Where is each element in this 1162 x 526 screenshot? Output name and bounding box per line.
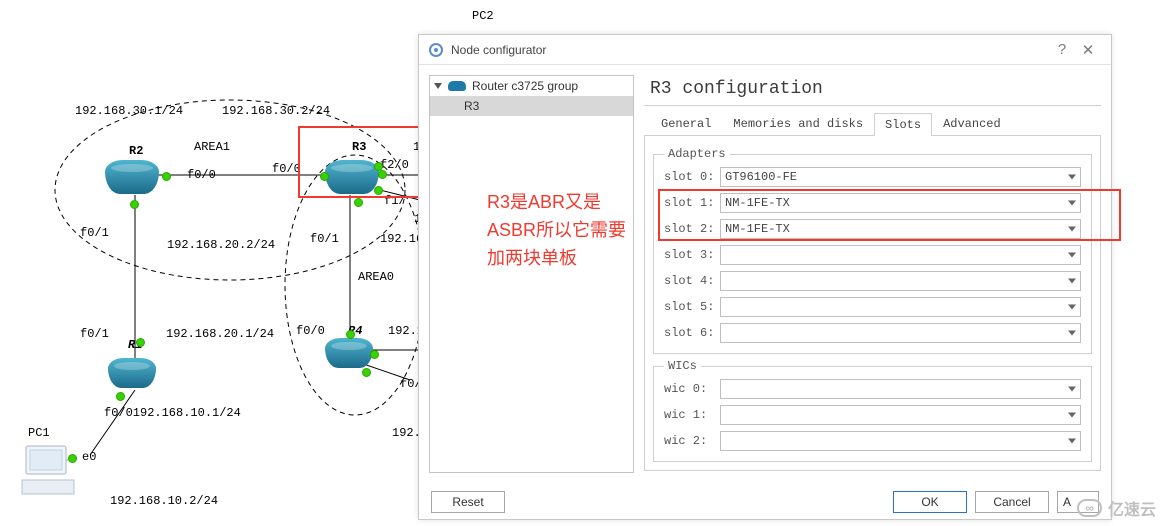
annotation-text: R3是ABR又是 ASBR所以它需要 加两块单板 [487, 188, 626, 272]
node-tree[interactable]: Router c3725 group R3 [429, 75, 634, 473]
pc1-node[interactable] [20, 444, 80, 500]
link-endpoint [136, 338, 145, 347]
r3-highlight-box [298, 126, 426, 198]
link-endpoint [162, 172, 171, 181]
router-r2[interactable] [105, 160, 159, 194]
dialog-footer: Reset OK Cancel Apply [419, 483, 1111, 521]
slot-label: slot 5: [664, 300, 720, 314]
ok-button[interactable]: OK [893, 491, 967, 513]
group-legend: WICs [664, 359, 701, 373]
port-label: f0/1 [80, 327, 109, 341]
chevron-down-icon [1068, 253, 1076, 258]
link-endpoint [354, 198, 363, 207]
help-button[interactable]: ? [1049, 37, 1075, 63]
slot-label: slot 6: [664, 326, 720, 340]
port-label: e0 [82, 450, 96, 464]
tab-general[interactable]: General [650, 112, 722, 135]
ip-label-partial: 192. [392, 426, 421, 440]
slot6-select[interactable] [720, 323, 1081, 343]
ip-label: 192.168.30.1/24 [75, 104, 183, 118]
group-legend: Adapters [664, 147, 730, 161]
wic0-select[interactable] [720, 379, 1081, 399]
dialog-title: Node configurator [451, 43, 546, 57]
area0-label: AREA0 [358, 270, 394, 284]
slot4-select[interactable] [720, 271, 1081, 291]
ip-label: 192.168.30.2/24 [222, 104, 330, 118]
config-heading: R3 configuration [644, 75, 1101, 106]
chevron-down-icon [1068, 305, 1076, 310]
router-r1[interactable] [108, 358, 156, 388]
tree-item-r3[interactable]: R3 [430, 96, 633, 116]
pc2-label: PC2 [472, 9, 494, 23]
wic-label: wic 2: [664, 434, 720, 448]
tree-group-label: Router c3725 group [472, 79, 578, 93]
port-label: f0/1 [80, 226, 109, 240]
reset-button[interactable]: Reset [431, 491, 505, 513]
watermark-text: 亿速云 [1108, 496, 1156, 520]
cancel-button[interactable]: Cancel [975, 491, 1049, 513]
link-endpoint [116, 392, 125, 401]
tab-advanced[interactable]: Advanced [932, 112, 1012, 135]
chevron-down-icon [1068, 175, 1076, 180]
watermark: ∞ 亿速云 [1077, 496, 1156, 520]
chevron-down-icon [1068, 413, 1076, 418]
port-label: f0/0 [296, 324, 325, 338]
r2-label: R2 [129, 144, 143, 158]
wics-group: WICs wic 0: wic 1: wic 2: [653, 366, 1092, 462]
link-endpoint [68, 454, 77, 463]
slot-label: slot 0: [664, 170, 720, 184]
dialog-titlebar[interactable]: Node configurator ? ✕ [419, 35, 1111, 65]
node-configurator-dialog[interactable]: Node configurator ? ✕ Router c3725 group… [418, 34, 1112, 520]
wic-label: wic 0: [664, 382, 720, 396]
area1-label: AREA1 [194, 140, 230, 154]
slot0-select[interactable]: GT96100-FE [720, 167, 1081, 187]
adapters-group: Adapters slot 0:GT96100-FE slot 1:NM-1FE… [653, 154, 1092, 354]
slot3-select[interactable] [720, 245, 1081, 265]
port-label: f0/0 [272, 162, 301, 176]
pc1-label: PC1 [28, 426, 50, 440]
ip-label: f0/0192.168.10.1/24 [104, 406, 241, 420]
ip-label: 192.168.10.2/24 [110, 494, 218, 508]
wic1-select[interactable] [720, 405, 1081, 425]
config-tabs: General Memories and disks Slots Advance… [644, 112, 1101, 136]
chevron-down-icon [1068, 439, 1076, 444]
wic2-select[interactable] [720, 431, 1081, 451]
chevron-down-icon [1068, 331, 1076, 336]
wic-label: wic 1: [664, 408, 720, 422]
tab-memories[interactable]: Memories and disks [722, 112, 874, 135]
expand-icon[interactable] [434, 83, 442, 89]
ip-label-partial: 192.16 [380, 232, 423, 246]
link-endpoint [130, 200, 139, 209]
ip-label: 192.168.20.1/24 [166, 327, 274, 341]
slot-label: slot 3: [664, 248, 720, 262]
slot-label: slot 4: [664, 274, 720, 288]
chevron-down-icon [1068, 387, 1076, 392]
ip-label: 192.168.20.2/24 [167, 238, 275, 252]
port-label: f0/1 [310, 232, 339, 246]
slot5-select[interactable] [720, 297, 1081, 317]
config-panel: R3 configuration General Memories and di… [644, 75, 1101, 473]
watermark-icon: ∞ [1077, 499, 1102, 517]
tree-item-label: R3 [464, 99, 479, 113]
tree-group-row[interactable]: Router c3725 group [430, 76, 633, 96]
router-r4[interactable] [325, 338, 373, 368]
link-endpoint [370, 350, 379, 359]
app-icon [429, 43, 443, 57]
slots-highlight-box [658, 189, 1121, 241]
chevron-down-icon [1068, 279, 1076, 284]
link-endpoint [362, 368, 371, 377]
port-label: f0/0 [187, 168, 216, 182]
tab-slots[interactable]: Slots [874, 113, 932, 136]
router-icon [448, 81, 466, 91]
close-button[interactable]: ✕ [1075, 37, 1101, 63]
link-endpoint [346, 330, 355, 339]
